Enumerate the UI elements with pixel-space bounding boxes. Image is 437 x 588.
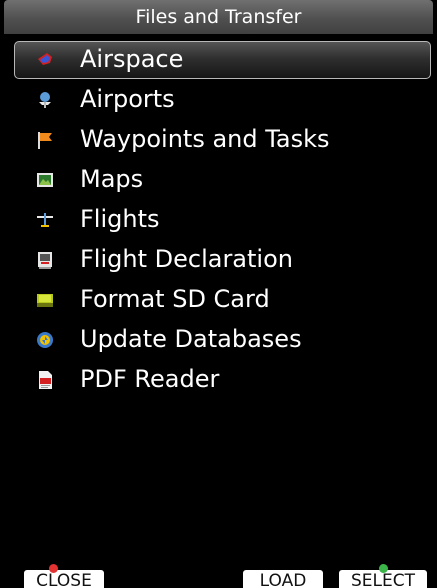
menu-item-airports[interactable]: Airports: [0, 81, 437, 119]
menu-item-label: Flights: [80, 205, 160, 233]
menu-item-label: Flight Declaration: [80, 245, 293, 273]
menu-item-flights[interactable]: Flights: [0, 201, 437, 239]
menu-item-waypoints-and-tasks[interactable]: Waypoints and Tasks: [0, 121, 437, 159]
menu-item-maps[interactable]: Maps: [0, 161, 437, 199]
select-button-label: SELECT: [351, 571, 415, 588]
selection-highlight: [14, 41, 431, 79]
glider-icon: [35, 210, 55, 230]
load-button[interactable]: LOAD: [243, 570, 323, 588]
menu-item-label: PDF Reader: [80, 365, 220, 393]
menu-item-pdf-reader[interactable]: PDF Reader: [0, 361, 437, 399]
close-button-label: CLOSE: [36, 571, 92, 588]
menu-item-label: Maps: [80, 165, 144, 193]
menu-item-label: Update Databases: [80, 325, 302, 353]
airspace-icon: [35, 50, 55, 70]
menu-item-format-sd-card[interactable]: Format SD Card: [0, 281, 437, 319]
waypoint-flag-icon: [35, 130, 55, 150]
menu-item-label: Airports: [80, 85, 175, 113]
close-button[interactable]: CLOSE: [24, 564, 104, 588]
select-button[interactable]: SELECT: [339, 564, 427, 588]
menu-item-label: Waypoints and Tasks: [80, 125, 330, 153]
menu-item-label: Format SD Card: [80, 285, 270, 313]
sd-card-icon: [35, 290, 55, 310]
menu-item-update-databases[interactable]: Update Databases: [0, 321, 437, 359]
airport-icon: [35, 90, 55, 110]
menu-item-airspace[interactable]: Airspace: [0, 41, 437, 79]
pdf-icon: [35, 370, 55, 390]
page-title: Files and Transfer: [135, 6, 302, 28]
menu-item-label: Airspace: [80, 45, 184, 73]
title-bar: Files and Transfer: [4, 0, 433, 34]
check-badge-icon: [379, 564, 388, 573]
files-and-transfer-screen: Files and Transfer Airspace Airports Way…: [0, 0, 437, 588]
menu-item-flight-declaration[interactable]: Flight Declaration: [0, 241, 437, 279]
map-icon: [35, 170, 55, 190]
declaration-icon: [35, 250, 55, 270]
load-button-label: LOAD: [259, 571, 307, 588]
update-icon: [35, 330, 55, 350]
